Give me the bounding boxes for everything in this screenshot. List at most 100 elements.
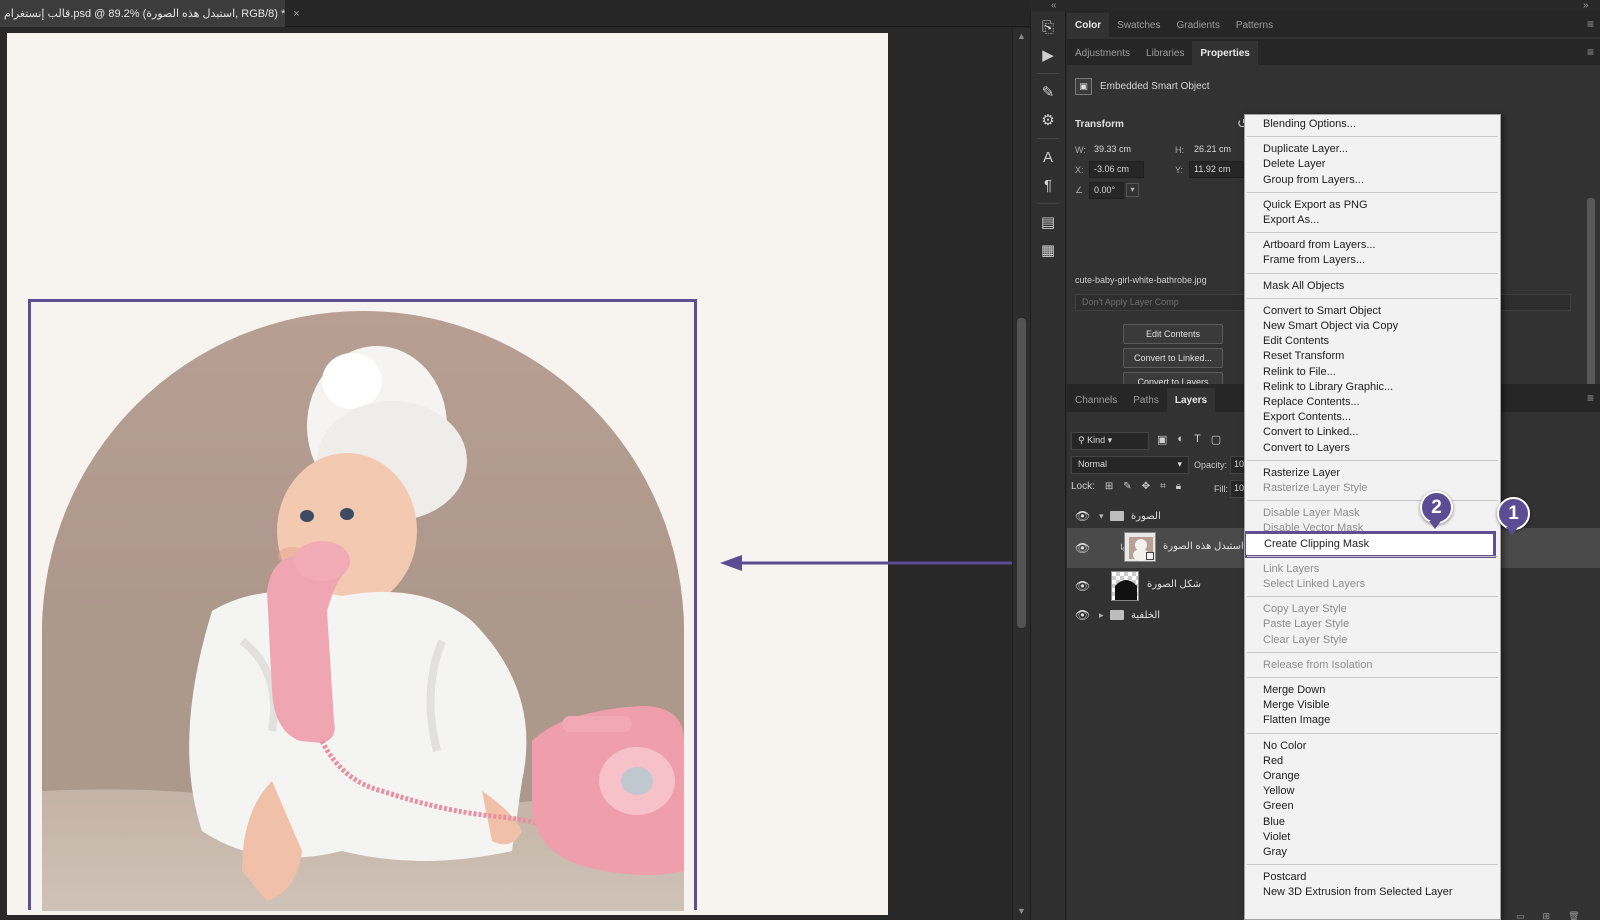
tab-channels[interactable]: Channels: [1067, 388, 1125, 412]
filter-type-icon[interactable]: T: [1194, 433, 1201, 446]
lock-all-icon[interactable]: 🔒︎: [1176, 481, 1181, 492]
menu-item-delete-layer[interactable]: Delete Layer: [1245, 157, 1500, 172]
layer-name: الصورة: [1131, 510, 1161, 522]
menu-item-gray[interactable]: Gray: [1245, 845, 1500, 860]
menu-item-export-as[interactable]: Export As...: [1245, 213, 1500, 228]
menu-item-red[interactable]: Red: [1245, 754, 1500, 769]
new-layer-icon[interactable]: ⊞: [1543, 911, 1551, 920]
menu-item-violet[interactable]: Violet: [1245, 830, 1500, 845]
menu-item-blending-options[interactable]: Blending Options...: [1245, 117, 1500, 132]
tab-adjustments[interactable]: Adjustments: [1067, 41, 1138, 65]
brush-settings-icon[interactable]: ✎: [1036, 80, 1060, 104]
tab-properties[interactable]: Properties: [1192, 41, 1258, 65]
menu-item-export-contents[interactable]: Export Contents...: [1245, 410, 1500, 425]
scrollbar-thumb[interactable]: [1017, 318, 1026, 628]
lock-position-icon[interactable]: ✥: [1142, 481, 1150, 492]
menu-item-convert-to-linked[interactable]: Convert to Linked...: [1245, 425, 1500, 440]
menu-item-merge-visible[interactable]: Merge Visible: [1245, 698, 1500, 713]
collapse-panels-icon[interactable]: »: [1583, 0, 1589, 11]
blend-mode-select[interactable]: Normal ▾: [1071, 456, 1189, 474]
delete-layer-icon[interactable]: 🗑︎: [1568, 911, 1579, 920]
visibility-eye-icon[interactable]: 👁︎: [1075, 579, 1090, 593]
document-tab[interactable]: قالب إنستغرام.psd @ 89.2% (استبدل هذه ال…: [0, 0, 300, 27]
history-icon[interactable]: ⎘: [1036, 15, 1060, 39]
menu-item-create-clipping-mask[interactable]: Create Clipping Mask: [1245, 530, 1496, 558]
close-icon[interactable]: ×: [293, 8, 299, 20]
visibility-eye-icon[interactable]: 👁︎: [1075, 541, 1090, 555]
menu-item-edit-contents[interactable]: Edit Contents: [1245, 334, 1500, 349]
lock-pixels-icon[interactable]: ✎: [1123, 481, 1131, 492]
filter-kind-select[interactable]: ⚲ Kind ▾: [1071, 432, 1149, 450]
tab-libraries[interactable]: Libraries: [1138, 41, 1192, 65]
artboard[interactable]: [7, 33, 888, 915]
menu-separator: [1247, 732, 1498, 734]
panel-menu-icon[interactable]: ≡: [1587, 391, 1594, 405]
paragraph-icon[interactable]: ¶: [1036, 173, 1060, 197]
filter-icons: ▣ ◐ T ▢: [1157, 433, 1221, 446]
menu-item-blue[interactable]: Blue: [1245, 815, 1500, 830]
menu-item-replace-contents[interactable]: Replace Contents...: [1245, 395, 1500, 410]
menu-item-artboard-from-layers[interactable]: Artboard from Layers...: [1245, 238, 1500, 253]
menu-item-postcard[interactable]: Postcard: [1245, 870, 1500, 885]
convert-to-linked-button[interactable]: Convert to Linked...: [1123, 348, 1223, 368]
menu-item-relink-to-file[interactable]: Relink to File...: [1245, 365, 1500, 380]
tab-layers[interactable]: Layers: [1166, 388, 1216, 412]
menu-item-mask-all-objects[interactable]: Mask All Objects: [1245, 279, 1500, 294]
menu-item-new-smart-object-via-copy[interactable]: New Smart Object via Copy: [1245, 319, 1500, 334]
notes-icon[interactable]: ▦: [1036, 238, 1060, 262]
canvas-vertical-scrollbar[interactable]: ▲ ▼: [1012, 28, 1030, 920]
baby-photo[interactable]: [42, 311, 684, 911]
chevron-down-icon[interactable]: ▾: [1099, 511, 1104, 522]
menu-item-merge-down[interactable]: Merge Down: [1245, 683, 1500, 698]
panel-menu-icon[interactable]: ≡: [1587, 17, 1594, 31]
x-field[interactable]: -3.06 cm: [1089, 161, 1144, 178]
actions-play-icon[interactable]: ▶: [1036, 43, 1060, 67]
menu-item-rasterize-layer[interactable]: Rasterize Layer: [1245, 466, 1500, 481]
menu-item-new-3d-extrusion-from-selected-layer[interactable]: New 3D Extrusion from Selected Layer: [1245, 885, 1500, 900]
canvas-area[interactable]: [0, 28, 1060, 920]
filter-shape-icon[interactable]: ▢: [1211, 433, 1221, 446]
chevron-right-icon[interactable]: ▸: [1099, 610, 1104, 621]
tool-presets-icon[interactable]: ⚙: [1036, 108, 1060, 132]
angle-field[interactable]: 0.00°: [1089, 182, 1124, 199]
menu-item-yellow[interactable]: Yellow: [1245, 784, 1500, 799]
scroll-down-icon[interactable]: ▼: [1017, 906, 1026, 916]
width-field[interactable]: 39.33 cm: [1089, 141, 1147, 158]
angle-dropdown-icon[interactable]: ▾: [1126, 183, 1139, 197]
menu-item-flatten-image[interactable]: Flatten Image: [1245, 713, 1500, 728]
visibility-eye-icon[interactable]: 👁︎: [1075, 608, 1090, 622]
filter-pixel-icon[interactable]: ▣: [1157, 433, 1167, 446]
menu-item-frame-from-layers[interactable]: Frame from Layers...: [1245, 253, 1500, 268]
menu-item-green[interactable]: Green: [1245, 799, 1500, 814]
menu-item-orange[interactable]: Orange: [1245, 769, 1500, 784]
edit-contents-button[interactable]: Edit Contents: [1123, 324, 1223, 344]
menu-item-convert-to-smart-object[interactable]: Convert to Smart Object: [1245, 304, 1500, 319]
lock-artboard-icon[interactable]: ⌗: [1160, 481, 1166, 492]
scroll-up-icon[interactable]: ▲: [1017, 31, 1026, 41]
panel-menu-icon[interactable]: ≡: [1587, 45, 1594, 59]
filter-adjustment-icon[interactable]: ◐: [1177, 433, 1184, 446]
y-field[interactable]: 11.92 cm: [1189, 161, 1244, 178]
height-field[interactable]: 26.21 cm: [1189, 141, 1247, 158]
tab-swatches[interactable]: Swatches: [1109, 13, 1168, 37]
new-group-icon[interactable]: ▭: [1516, 911, 1525, 920]
collapse-toolbar-icon[interactable]: «: [1051, 0, 1057, 11]
scrollbar-thumb[interactable]: [1587, 198, 1595, 388]
glyphs-icon[interactable]: ▤: [1036, 210, 1060, 234]
tab-color[interactable]: Color: [1067, 13, 1110, 37]
visibility-eye-icon[interactable]: 👁︎: [1075, 509, 1090, 523]
menu-item-group-from-layers[interactable]: Group from Layers...: [1245, 173, 1500, 188]
menu-item-rasterize-layer-style: Rasterize Layer Style: [1263, 482, 1368, 494]
menu-item-quick-export-as-png[interactable]: Quick Export as PNG: [1245, 198, 1500, 213]
menu-item-convert-to-layers[interactable]: Convert to Layers: [1245, 441, 1500, 456]
tab-patterns[interactable]: Patterns: [1228, 13, 1281, 37]
shape-thumbnail: [1111, 571, 1139, 601]
menu-item-reset-transform[interactable]: Reset Transform: [1245, 349, 1500, 364]
menu-item-duplicate-layer[interactable]: Duplicate Layer...: [1245, 142, 1500, 157]
menu-item-no-color[interactable]: No Color: [1245, 739, 1500, 754]
tab-gradients[interactable]: Gradients: [1168, 13, 1227, 37]
tab-paths[interactable]: Paths: [1125, 388, 1167, 412]
menu-item-relink-to-library-graphic[interactable]: Relink to Library Graphic...: [1245, 380, 1500, 395]
character-icon[interactable]: A: [1036, 145, 1060, 169]
lock-transparency-icon[interactable]: ⊞: [1105, 481, 1113, 492]
